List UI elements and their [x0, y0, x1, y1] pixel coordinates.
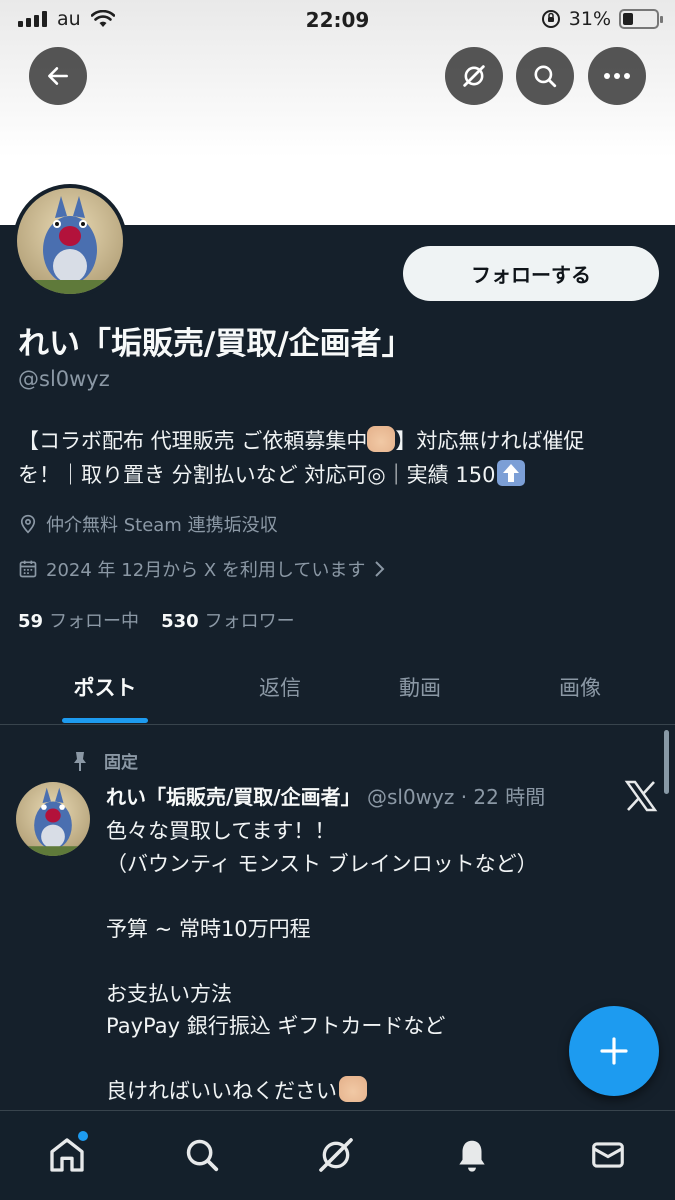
followers-label: フォロワー	[204, 611, 295, 632]
avatar-image	[17, 188, 123, 294]
search-icon	[186, 1139, 219, 1172]
bio: 【コラボ配布 代理販売 ご依頼募集中 】対応無ければ催促 を！｜取り置き 分割払い…	[18, 424, 658, 492]
nav-notifications[interactable]	[450, 1133, 494, 1177]
nav-grok[interactable]	[314, 1133, 358, 1177]
tab-videos[interactable]: 動画	[330, 650, 510, 724]
follow-stats: 59 フォロー中 530 フォロワー	[18, 607, 295, 633]
search-icon	[534, 65, 557, 88]
display-name: れい「垢販売/買取/企画者」	[18, 326, 413, 362]
location-text: 仲介無料 Steam 連携垢没収	[46, 515, 278, 536]
following-link[interactable]: 59 フォロー中	[18, 607, 139, 633]
following-label: フォロー中	[49, 611, 140, 632]
bottom-navigation	[0, 1110, 675, 1200]
status-right: 31%	[541, 8, 663, 30]
tab-indicator	[62, 718, 148, 723]
nav-home[interactable]	[45, 1131, 89, 1177]
post-header: れい「垢販売/買取/企画者」 @sl0wyz · 22 時間	[106, 781, 545, 810]
post-body[interactable]: 色々な買取してます！！ （バウンティ モンスト ブレインロットなど） 予算 ~ …	[106, 815, 626, 1108]
raising-hands-emoji	[339, 1076, 367, 1102]
up-arrow-emoji	[497, 460, 526, 486]
grok-icon	[319, 1138, 353, 1172]
pin-icon	[74, 751, 86, 771]
profile-avatar[interactable]	[13, 184, 127, 298]
joined-text: 2024 年 12月から X を利用しています	[46, 560, 366, 581]
location-pin-icon	[20, 514, 36, 534]
followers-count: 530	[161, 611, 199, 632]
more-button[interactable]	[588, 47, 646, 105]
bell-icon	[459, 1140, 485, 1172]
search-button[interactable]	[516, 47, 574, 105]
back-button[interactable]	[29, 47, 87, 105]
mail-icon	[592, 1142, 624, 1168]
grok-button[interactable]	[445, 47, 503, 105]
location-row: 仲介無料 Steam 連携垢没収	[18, 511, 278, 537]
handle: @sl0wyz	[18, 367, 110, 391]
nav-messages[interactable]	[586, 1133, 630, 1177]
pinned-indicator: 固定	[70, 748, 138, 773]
tab-images[interactable]: 画像	[490, 650, 670, 724]
home-icon	[50, 1138, 84, 1172]
totoro-illustration-small	[16, 787, 90, 856]
battery-fill	[623, 13, 633, 25]
nav-search[interactable]	[180, 1133, 224, 1177]
arrow-left-icon	[48, 67, 68, 85]
compose-button[interactable]	[569, 1006, 659, 1096]
plus-icon	[600, 1037, 628, 1065]
status-bar: au 22:09 31%	[0, 0, 675, 40]
followers-link[interactable]: 530 フォロワー	[161, 607, 295, 633]
bio-text-1: 【コラボ配布 代理販売 ご依頼募集中	[18, 429, 368, 453]
tab-posts[interactable]: ポスト	[15, 650, 195, 724]
profile-tabs: ポスト 返信 動画 画像	[0, 650, 675, 725]
post-author-name[interactable]: れい「垢販売/買取/企画者」	[106, 785, 361, 809]
chevron-right-icon	[375, 561, 385, 577]
post-avatar[interactable]	[16, 782, 90, 856]
follow-button[interactable]: フォローする	[403, 246, 659, 301]
post-text: 色々な買取してます！！ （バウンティ モンスト ブレインロットなど） 予算 ~ …	[106, 819, 538, 1103]
pinned-label: 固定	[104, 753, 138, 773]
following-count: 59	[18, 611, 44, 632]
orientation-lock-icon	[541, 10, 560, 28]
x-logo-icon	[624, 780, 658, 821]
joined-row[interactable]: 2024 年 12月から X を利用しています	[18, 556, 387, 582]
grok-icon	[463, 65, 485, 87]
scrollbar[interactable]	[664, 730, 669, 794]
bio-text-2: 】対応無ければ催促	[395, 429, 585, 453]
home-notification-dot	[78, 1131, 88, 1141]
totoro-illustration	[17, 196, 123, 294]
calendar-icon	[19, 560, 37, 578]
raising-hands-emoji	[367, 426, 396, 452]
battery-percent: 31%	[568, 8, 611, 30]
more-horizontal-icon	[604, 73, 630, 79]
battery-icon	[619, 9, 663, 29]
post-author-meta: @sl0wyz · 22 時間	[366, 785, 546, 809]
bio-text-3: を！｜取り置き 分割払いなど 対応可◎｜実績 150	[18, 463, 496, 487]
